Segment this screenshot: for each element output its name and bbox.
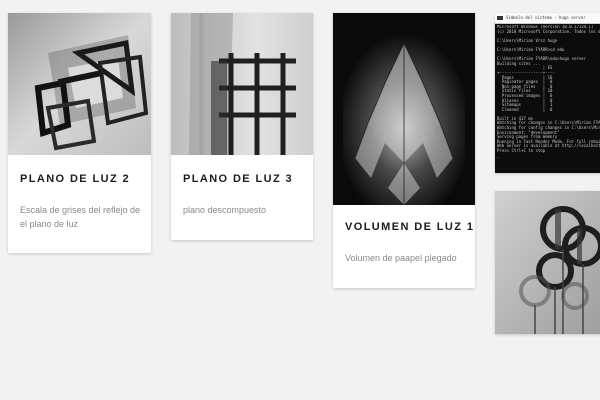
card-terminal-screenshot[interactable]: Símbolo del sistema - hugo server Micros… (495, 13, 600, 173)
card-plano-de-luz-2[interactable]: PLANO DE LUZ 2 Escala de grises del refl… (8, 13, 151, 253)
card-description: plano descompuesto (183, 205, 267, 215)
card-circles[interactable] (495, 191, 600, 334)
card-description: Volumen de paapel plegado (345, 253, 457, 263)
card-plano-de-luz-3[interactable]: PLANO DE LUZ 3 plano descompuesto (171, 13, 313, 240)
terminal-title-bar: Símbolo del sistema - hugo server (495, 13, 600, 24)
card-title[interactable]: VOLUMEN DE LUZ 1 (345, 221, 474, 233)
terminal-icon (497, 16, 503, 20)
card-title[interactable]: PLANO DE LUZ 2 (20, 173, 130, 185)
card-image[interactable] (333, 13, 475, 205)
terminal-window-title: Símbolo del sistema - hugo server (506, 15, 586, 20)
card-description: Escala de grises del reflejo de el plano… (20, 205, 141, 229)
card-image[interactable] (495, 191, 600, 334)
card-image[interactable] (8, 13, 151, 155)
card-volumen-de-luz-1[interactable]: VOLUMEN DE LUZ 1 Volumen de paapel plega… (333, 13, 475, 288)
card-image[interactable] (171, 13, 313, 155)
card-title[interactable]: PLANO DE LUZ 3 (183, 173, 293, 185)
terminal-output: Microsoft Windows [Versión 10.0.17134.1]… (497, 25, 600, 158)
terminal-screenshot-image[interactable]: Símbolo del sistema - hugo server Micros… (495, 13, 600, 173)
